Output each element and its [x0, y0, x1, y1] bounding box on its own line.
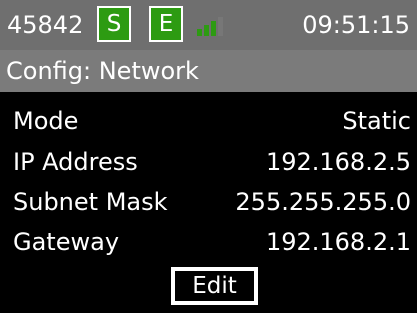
- status-badge-s: S: [97, 6, 131, 42]
- settings-list: Mode Static IP Address 192.168.2.5 Subne…: [0, 92, 417, 313]
- network-config-screen: 45842 S E 09:51:15 Config: Network Mode …: [0, 0, 417, 313]
- setting-label: Subnet Mask: [13, 188, 168, 216]
- setting-value: 192.168.2.5: [265, 148, 411, 176]
- setting-row-mode[interactable]: Mode Static: [0, 100, 417, 140]
- signal-bar-2: [204, 25, 209, 36]
- setting-label: Gateway: [13, 228, 120, 256]
- signal-bar-1: [197, 29, 202, 36]
- signal-bar-4: [218, 17, 223, 36]
- clock: 09:51:15: [302, 11, 410, 39]
- signal-bar-3: [211, 21, 216, 36]
- status-bar: 45842 S E 09:51:15: [0, 0, 417, 50]
- setting-label: Mode: [13, 107, 79, 135]
- setting-row-subnet-mask[interactable]: Subnet Mask 255.255.255.0: [0, 181, 417, 221]
- edit-button[interactable]: Edit: [171, 267, 258, 305]
- setting-value: Static: [342, 107, 411, 135]
- status-badge-e: E: [149, 6, 183, 42]
- setting-row-ip-address[interactable]: IP Address 192.168.2.5: [0, 141, 417, 181]
- device-id: 45842: [7, 11, 84, 39]
- signal-strength-icon: [197, 17, 223, 36]
- edit-button-label: Edit: [175, 271, 254, 301]
- setting-value: 255.255.255.0: [235, 188, 411, 216]
- setting-row-gateway[interactable]: Gateway 192.168.2.1: [0, 221, 417, 261]
- page-title: Config: Network: [6, 57, 199, 85]
- title-bar: Config: Network: [0, 50, 417, 92]
- setting-label: IP Address: [13, 148, 138, 176]
- setting-value: 192.168.2.1: [265, 228, 411, 256]
